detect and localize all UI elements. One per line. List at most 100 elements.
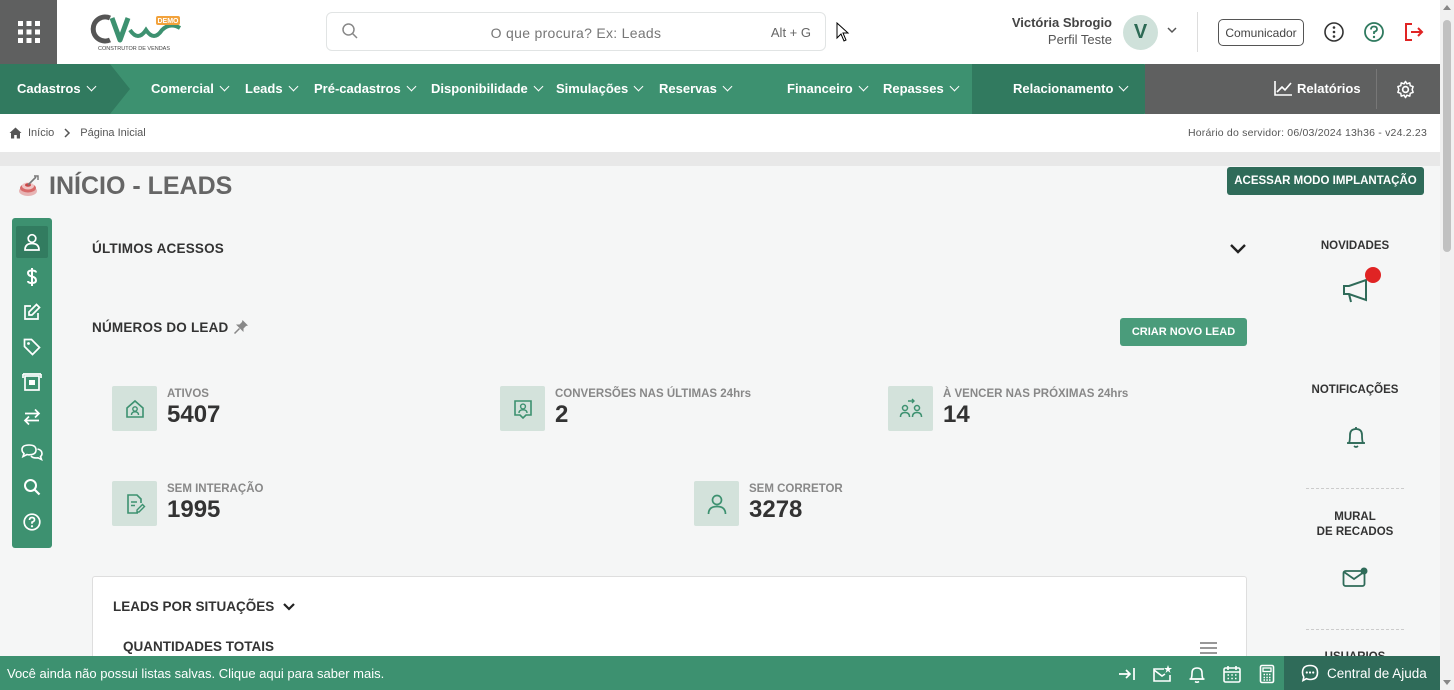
last-access-title[interactable]: ÚLTIMOS ACESSOS	[92, 241, 224, 256]
side-item-search[interactable]	[16, 471, 48, 503]
help-center-button[interactable]: Central de Ajuda	[1284, 656, 1440, 690]
global-search[interactable]: O que procura? Ex: Leads Alt + G	[326, 12, 826, 51]
scroll-down-icon[interactable]	[1443, 680, 1451, 686]
more-options-icon[interactable]	[1323, 21, 1345, 43]
logout-icon[interactable]	[1403, 21, 1425, 43]
chevron-down-icon	[533, 81, 544, 92]
side-item-register[interactable]	[16, 366, 48, 398]
calculator-icon[interactable]	[1257, 664, 1277, 684]
stat-label: SEM CORRETOR	[749, 483, 843, 495]
comunicador-button[interactable]: Comunicador	[1218, 19, 1304, 46]
search-placeholder: O que procura? Ex: Leads	[490, 25, 662, 41]
logo-badge: DEMO	[158, 18, 180, 25]
logo-subtitle: CONSTRUTOR DE VENDAS	[98, 46, 170, 52]
nav-item-label: Reservas	[659, 81, 717, 96]
chevron-down-icon	[283, 602, 296, 611]
nav-item-financeiro[interactable]: Financeiro	[787, 81, 869, 96]
user-icon	[24, 233, 40, 251]
mural-title: MURAL DE RECADOS	[1296, 510, 1414, 540]
house-icon	[112, 386, 157, 431]
stat-conversoes[interactable]: CONVERSÕES NAS ÚLTIMAS 24hrs 2	[500, 386, 751, 431]
nav-item-disponibilidade[interactable]: Disponibilidade	[431, 81, 544, 96]
avatar[interactable]: V	[1123, 15, 1158, 50]
chat-bubbles-icon	[21, 444, 43, 461]
stat-label: CONVERSÕES NAS ÚLTIMAS 24hrs	[555, 388, 751, 400]
home-icon[interactable]	[9, 127, 22, 139]
header-divider	[1197, 12, 1198, 52]
mail-notification-icon[interactable]	[1342, 566, 1370, 588]
nav-item-cadastros[interactable]: Cadastros	[17, 81, 97, 96]
nav-item-label: Cadastros	[17, 81, 81, 96]
document-edit-icon	[112, 481, 157, 526]
settings-gear-icon[interactable]	[1396, 80, 1415, 99]
stat-label: SEM INTERAÇÃO	[167, 483, 264, 495]
nav-item-relacionamento[interactable]: Relacionamento	[1013, 81, 1129, 96]
totals-title: QUANTIDADES TOTAIS	[123, 639, 275, 654]
stat-sem-corretor[interactable]: SEM CORRETOR 3278	[694, 481, 843, 526]
chevron-down-icon[interactable]	[1166, 24, 1178, 36]
megaphone-icon[interactable]	[1340, 266, 1382, 306]
breadcrumb-shadow	[0, 152, 1440, 166]
calendar-icon[interactable]	[1222, 664, 1242, 684]
edit-icon	[24, 303, 41, 320]
chevron-right-icon	[64, 128, 71, 138]
nav-item-repasses[interactable]: Repasses	[883, 81, 960, 96]
contact-badge-icon	[500, 386, 545, 431]
implant-mode-button[interactable]: ACESSAR MODO IMPLANTAÇÃO	[1227, 167, 1424, 195]
user-profile: Perfil Teste	[1047, 32, 1112, 47]
target-icon	[19, 174, 39, 196]
nav-item-label: Financeiro	[787, 81, 853, 96]
leads-by-status-header[interactable]: LEADS POR SITUAÇÕES	[113, 599, 296, 614]
nav-item-leads[interactable]: Leads	[245, 81, 299, 96]
page-scrollbar[interactable]	[1440, 0, 1454, 690]
stat-a-vencer[interactable]: À VENCER NAS PRÓXIMAS 24hrs 14	[888, 386, 1128, 431]
hamburger-menu-icon[interactable]	[1200, 641, 1217, 655]
nav-reports[interactable]: Relatórios	[1274, 80, 1361, 96]
dollar-icon	[26, 268, 38, 286]
side-item-transfer[interactable]	[16, 401, 48, 433]
stat-value: 5407	[167, 401, 221, 428]
scrollbar-thumb[interactable]	[1443, 20, 1451, 252]
search-shortcut: Alt + G	[770, 25, 811, 40]
side-item-tags[interactable]	[16, 331, 48, 363]
nav-item-comercial[interactable]: Comercial	[151, 81, 230, 96]
stat-ativos[interactable]: ATIVOS 5407	[112, 386, 220, 431]
mail-star-icon[interactable]	[1152, 664, 1172, 684]
saved-lists-message[interactable]: Você ainda não possui listas salvas. Cli…	[7, 666, 384, 681]
people-exchange-icon	[888, 386, 933, 431]
collapse-right-icon[interactable]	[1117, 664, 1137, 684]
side-item-leads[interactable]	[16, 226, 48, 258]
side-item-help[interactable]	[16, 506, 48, 538]
main-navigation: Cadastros Comercial Leads Pré-cadastros …	[0, 64, 1440, 114]
mouse-cursor-icon	[836, 22, 850, 42]
help-icon[interactable]	[1363, 21, 1385, 43]
bell-icon[interactable]	[1187, 664, 1207, 684]
nav-item-label: Disponibilidade	[431, 81, 528, 96]
chat-help-icon	[1301, 664, 1319, 682]
scroll-up-icon[interactable]	[1443, 4, 1451, 10]
chevron-down-icon	[722, 81, 733, 92]
side-item-edit[interactable]	[16, 296, 48, 328]
cv-logo[interactable]: DEMO CONSTRUTOR DE VENDAS	[90, 12, 185, 54]
nav-item-simulacoes[interactable]: Simulações	[556, 81, 644, 96]
chevron-down-icon	[1118, 81, 1129, 92]
breadcrumb-current: Página Inicial	[80, 127, 146, 139]
bell-icon[interactable]	[1345, 425, 1367, 449]
side-item-financeiro[interactable]	[16, 261, 48, 293]
tag-icon	[23, 338, 41, 356]
breadcrumb-home[interactable]: Início	[28, 127, 54, 139]
stat-sem-interacao[interactable]: SEM INTERAÇÃO 1995	[112, 481, 263, 526]
right-divider	[1306, 629, 1404, 630]
side-item-chat[interactable]	[16, 436, 48, 468]
chevron-down-icon[interactable]	[1229, 242, 1247, 256]
top-header: DEMO CONSTRUTOR DE VENDAS O que procura?…	[0, 0, 1440, 64]
transfer-arrows-icon	[23, 408, 41, 426]
user-info[interactable]: Victória Sbrogio Perfil Teste	[1012, 15, 1112, 47]
nav-item-pre-cadastros[interactable]: Pré-cadastros	[314, 81, 417, 96]
page-title-text: INÍCIO - LEADS	[49, 172, 233, 200]
nav-item-reservas[interactable]: Reservas	[659, 81, 733, 96]
create-lead-button[interactable]: CRIAR NOVO LEAD	[1120, 318, 1247, 346]
pin-icon[interactable]	[233, 319, 249, 335]
apps-grid-button[interactable]	[0, 0, 57, 64]
lead-numbers-title: NÚMEROS DO LEAD	[92, 320, 229, 335]
